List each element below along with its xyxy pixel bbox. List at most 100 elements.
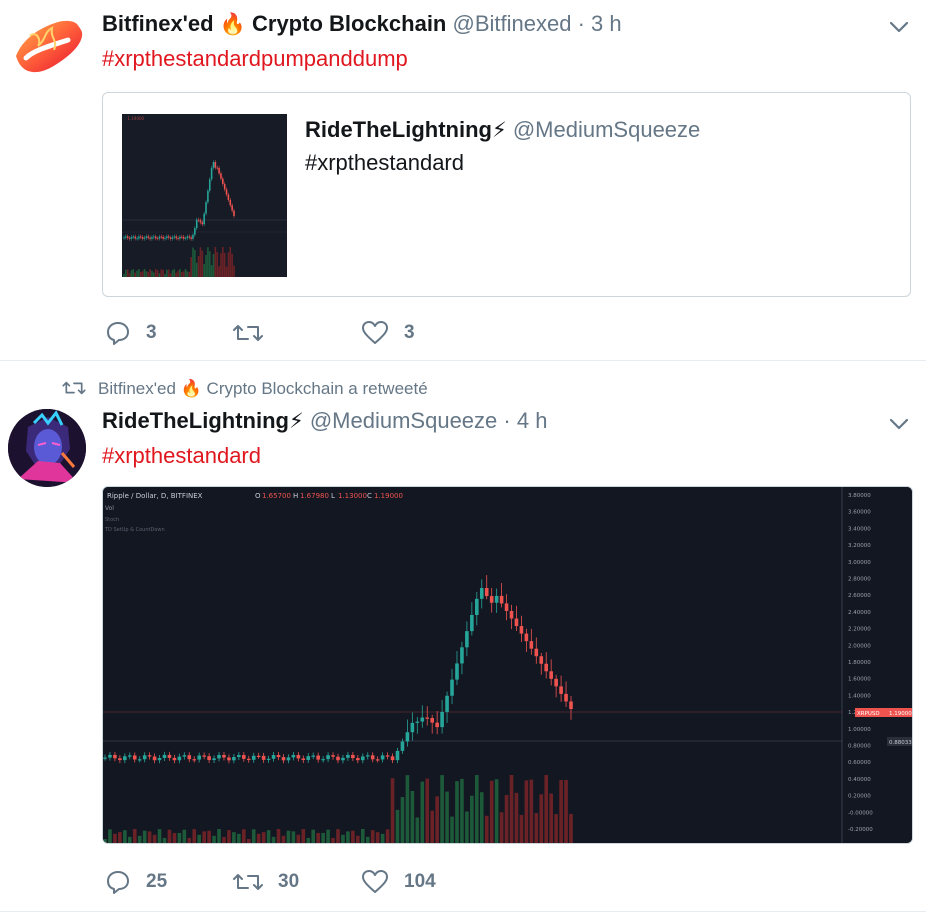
- candle-body: [440, 711, 444, 728]
- mini-volume-bar: [143, 269, 146, 277]
- tweet-header: Bitfinex'ed 🔥 Crypto Blockchain @Bitfine…: [102, 11, 622, 37]
- fire-emoji-icon: 🔥: [219, 13, 246, 36]
- tweet[interactable]: Bitfinex'ed 🔥 Crypto Blockchain @Bitfine…: [0, 0, 926, 361]
- retweet-button[interactable]: 30: [233, 867, 299, 897]
- volume-bar: [569, 813, 573, 843]
- candle-body: [182, 755, 187, 757]
- retweet-icon: [62, 381, 86, 395]
- ohlc-close: 1.19000: [374, 492, 403, 500]
- quoted-tweet[interactable]: · 1.19000 RideTheLightning⚡ @MediumSquee…: [102, 92, 911, 297]
- volume-bar: [445, 791, 449, 843]
- user-handle[interactable]: @MediumSqueeze: [310, 408, 497, 433]
- avatar[interactable]: [8, 10, 86, 88]
- volume-bar: [370, 830, 375, 843]
- avatar-portrait-icon: [8, 409, 86, 487]
- display-name[interactable]: RideTheLightning: [102, 408, 289, 433]
- mini-candle-body: [162, 236, 164, 239]
- volume-bar: [202, 831, 206, 843]
- mini-volume-bar: [182, 271, 185, 277]
- volume-bar: [326, 829, 330, 843]
- display-name-suffix[interactable]: Crypto Blockchain: [252, 11, 446, 36]
- mini-candle-body: [223, 183, 226, 190]
- quoted-tweet-image[interactable]: · 1.19000: [122, 114, 287, 277]
- quoted-user-handle[interactable]: @MediumSqueeze: [513, 117, 700, 142]
- candle-body: [405, 732, 410, 742]
- chevron-down-icon[interactable]: [888, 413, 910, 435]
- volume-bar: [455, 781, 459, 843]
- chevron-down-icon[interactable]: [888, 16, 910, 38]
- candle-body: [564, 693, 568, 702]
- hashtag-link[interactable]: #xrpthestandard: [102, 443, 261, 469]
- mini-volume-bar: [139, 271, 142, 277]
- volume-bar: [217, 829, 221, 843]
- mini-volume-bar: [195, 262, 198, 277]
- candle-body: [524, 633, 529, 642]
- volume-bar: [360, 829, 365, 843]
- mini-volume-bar: [160, 269, 163, 277]
- tweet[interactable]: Bitfinex'ed 🔥 Crypto Blockchain a retwee…: [0, 361, 926, 912]
- volume-bar: [519, 814, 524, 843]
- retweeted-by-name[interactable]: Bitfinex'ed: [98, 379, 176, 398]
- mini-volume-bar: [162, 269, 164, 277]
- candle-body: [351, 754, 355, 759]
- candle-body: [207, 756, 211, 761]
- candle-body: [380, 755, 385, 760]
- mini-volume-bar: [156, 270, 159, 277]
- quoted-display-name[interactable]: RideTheLightning: [305, 117, 492, 142]
- candle-body: [484, 588, 489, 597]
- quoted-tweet-text[interactable]: #xrpthestandard: [305, 150, 464, 176]
- reply-button[interactable]: 25: [105, 867, 167, 897]
- mini-candle-body: [205, 202, 207, 214]
- volume-bar: [276, 829, 281, 843]
- volume-bar: [237, 833, 241, 843]
- volume-bar: [554, 814, 558, 843]
- mini-volume-bar: [126, 269, 129, 277]
- y-tick-label: 3.00000: [848, 560, 871, 566]
- candle-body: [489, 596, 494, 603]
- candle-body: [172, 757, 177, 761]
- mini-volume-bar: [220, 253, 222, 277]
- y-tick-label: 3.60000: [848, 510, 871, 516]
- retweet-button[interactable]: [233, 318, 278, 348]
- volume-bar: [232, 832, 236, 843]
- candle-body: [142, 755, 147, 760]
- volume-bar: [351, 830, 355, 843]
- hashtag-link[interactable]: #xrpthestandardpumpanddump: [102, 46, 408, 72]
- mini-candle-body: [134, 236, 136, 239]
- mini-volume-bar: [231, 253, 233, 277]
- candle-body: [152, 756, 157, 761]
- user-handle[interactable]: @Bitfinexed: [453, 11, 572, 36]
- candle-body: [192, 759, 197, 761]
- timestamp[interactable]: 4 h: [517, 408, 548, 433]
- display-name[interactable]: Bitfinex'ed: [102, 11, 214, 36]
- candle-body: [132, 755, 137, 760]
- volume-bar: [207, 830, 211, 843]
- candle-body: [197, 755, 201, 760]
- like-button[interactable]: 104: [361, 867, 436, 897]
- reply-count: 3: [146, 322, 157, 343]
- fire-emoji-icon: 🔥: [180, 379, 202, 398]
- retweet-icon: [233, 325, 263, 341]
- volume-bar: [123, 830, 127, 843]
- reply-button[interactable]: 3: [105, 318, 157, 348]
- candle-body: [266, 758, 271, 760]
- candle-body: [504, 603, 509, 611]
- volume-bar: [529, 779, 534, 843]
- heart-icon: [362, 321, 388, 344]
- volume-bar: [410, 790, 415, 843]
- like-button[interactable]: 3: [361, 318, 415, 348]
- mini-volume-bar: [216, 252, 219, 277]
- avatar[interactable]: [8, 409, 86, 487]
- tweet-image-chart[interactable]: Ripple / Dollar, D, BITFINEX O 1.65700 H…: [102, 486, 913, 844]
- volume-bar: [346, 831, 350, 843]
- mini-volume-bar: [212, 254, 215, 277]
- ohlc-l-label: L: [331, 492, 335, 500]
- mini-volume-bar: [190, 256, 192, 277]
- timestamp[interactable]: 3 h: [591, 11, 622, 36]
- candle-body: [291, 754, 296, 758]
- mini-volume-bar: [203, 263, 205, 277]
- tweet-header: RideTheLightning⚡ @MediumSqueeze · 4 h: [102, 408, 547, 434]
- mini-volume-bar: [184, 269, 187, 277]
- ohlc-open: 1.65700: [262, 492, 291, 500]
- candle-body: [246, 758, 251, 761]
